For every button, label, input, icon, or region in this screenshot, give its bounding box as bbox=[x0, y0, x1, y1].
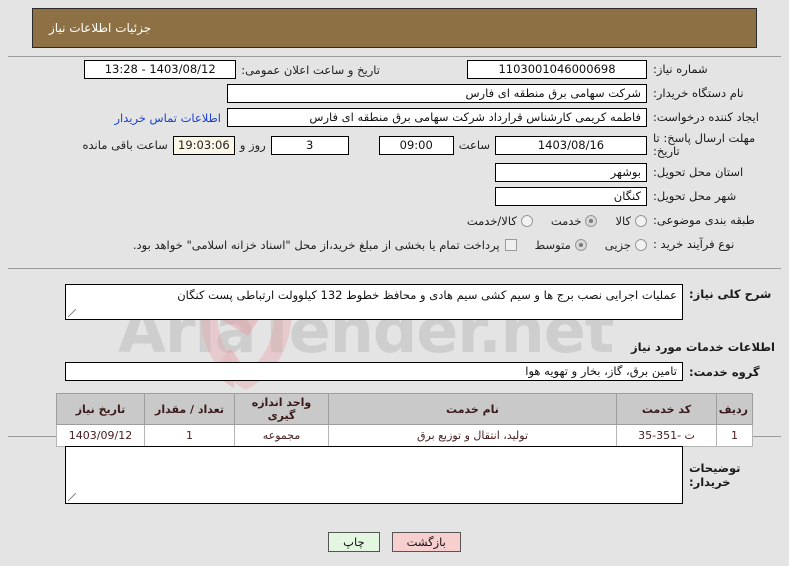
process-option-jozi-label: جزیی bbox=[604, 237, 631, 252]
services-section: اطلاعات خدمات مورد نیاز گروه خدمت: تامین… bbox=[10, 330, 779, 447]
category-option-kala-khedmat[interactable]: کالا/خدمت bbox=[467, 214, 533, 228]
col-quantity: تعداد / مقدار bbox=[144, 393, 235, 425]
category-option-khedmat-label: خدمت bbox=[550, 213, 582, 228]
description-textarea[interactable]: عملیات اجرایی نصب برج ها و سیم کشی سیم ه… bbox=[65, 284, 683, 320]
category-label: طبقه بندی موضوعی: bbox=[653, 213, 755, 228]
cell-code: ت -351-35 bbox=[616, 424, 717, 447]
back-button[interactable]: بازگشت bbox=[391, 532, 461, 552]
deadline-label: مهلت ارسال پاسخ: تا تاریخ: bbox=[653, 130, 756, 158]
category-option-kala[interactable]: کالا bbox=[615, 214, 647, 228]
row-creator: ایجاد کننده درخواست: فاطمه کریمی کارشناس… bbox=[10, 106, 779, 129]
row-category: طبقه بندی موضوعی: کالا خدمت کالا/خدمت bbox=[10, 209, 779, 232]
row-process-type: نوع فرآیند خرید : جزیی متوسط پرداخت تمام… bbox=[10, 233, 779, 256]
row-description: شرح کلی نیاز: عملیات اجرایی نصب برج ها و… bbox=[10, 284, 779, 320]
buyer-contact-link[interactable]: اطلاعات تماس خریدار bbox=[108, 111, 227, 125]
buyer-org-value: شرکت سهامی برق منطقه ای فارس bbox=[227, 84, 647, 103]
treasury-checkbox[interactable] bbox=[504, 238, 517, 251]
cell-quantity: 1 bbox=[144, 424, 235, 447]
radio-icon-motevaset[interactable] bbox=[574, 238, 587, 251]
table-row: 1 ت -351-35 تولید، انتقال و توزیع برق مج… bbox=[56, 424, 753, 447]
announce-label: تاریخ و ساعت اعلان عمومی: bbox=[241, 62, 380, 77]
radio-icon-khedmat[interactable] bbox=[585, 214, 598, 227]
creator-value: فاطمه کریمی کارشناس قرارداد شرکت سهامی ب… bbox=[227, 108, 647, 127]
print-button[interactable]: چاپ bbox=[328, 532, 380, 552]
row-need-number: شماره نیاز: 1103001046000698 تاریخ و ساع… bbox=[10, 58, 779, 81]
services-table-wrap: ردیف کد خدمت نام خدمت واحد اندازه گیری ت… bbox=[10, 393, 779, 447]
radio-icon-kala[interactable] bbox=[635, 214, 647, 227]
divider-middle bbox=[8, 268, 781, 269]
radio-icon-jozi[interactable] bbox=[635, 238, 647, 251]
row-buyer-notes: توضیحات خریدار: bbox=[10, 446, 779, 504]
buyer-org-label: نام دستگاه خریدار: bbox=[653, 86, 744, 101]
service-group-label: گروه خدمت: bbox=[689, 364, 760, 379]
remaining-clock-value: 19:03:06 bbox=[172, 135, 235, 155]
city-value: کنگان bbox=[495, 187, 647, 206]
page-root: AriaTender.net جزئیات اطلاعات نیاز شماره… bbox=[0, 0, 789, 566]
cell-unit: مجموعه bbox=[234, 424, 329, 447]
description-section: شرح کلی نیاز: عملیات اجرایی نصب برج ها و… bbox=[10, 284, 779, 321]
need-number-value: 1103001046000698 bbox=[467, 60, 647, 79]
col-name: نام خدمت bbox=[328, 393, 617, 425]
services-table: ردیف کد خدمت نام خدمت واحد اندازه گیری ت… bbox=[56, 393, 753, 447]
remaining-days-label: روز و bbox=[239, 138, 266, 152]
cell-date: 1403/09/12 bbox=[56, 424, 145, 447]
buyer-notes-textarea[interactable] bbox=[65, 446, 683, 504]
services-heading: اطلاعات خدمات مورد نیاز bbox=[631, 340, 775, 354]
process-option-jozi[interactable]: جزیی bbox=[605, 238, 647, 252]
need-details-form: شماره نیاز: 1103001046000698 تاریخ و ساع… bbox=[10, 58, 779, 257]
cell-index: 1 bbox=[716, 424, 753, 447]
row-deadline: مهلت ارسال پاسخ: تا تاریخ: 1403/08/16 سا… bbox=[10, 130, 779, 160]
category-option-kala-label: کالا bbox=[615, 213, 631, 228]
process-option-motevaset[interactable]: متوسط bbox=[535, 238, 587, 252]
province-label: استان محل تحویل: bbox=[653, 165, 744, 180]
process-label: نوع فرآیند خرید : bbox=[653, 237, 735, 252]
remaining-suffix-label: ساعت باقی مانده bbox=[82, 138, 168, 152]
treasury-text: پرداخت تمام یا بخشی از مبلغ خرید،از محل … bbox=[132, 237, 500, 252]
buyer-notes-label: توضیحات خریدار: bbox=[689, 461, 741, 489]
page-title: جزئیات اطلاعات نیاز bbox=[49, 21, 152, 35]
creator-label: ایجاد کننده درخواست: bbox=[653, 110, 759, 125]
window-title-bar: جزئیات اطلاعات نیاز bbox=[32, 8, 757, 48]
row-province: استان محل تحویل: بوشهر bbox=[10, 161, 779, 184]
province-value: بوشهر bbox=[495, 163, 647, 182]
radio-icon-kala-khedmat[interactable] bbox=[520, 214, 533, 227]
row-buyer-org: نام دستگاه خریدار: شرکت سهامی برق منطقه … bbox=[10, 82, 779, 105]
deadline-date-value: 1403/08/16 bbox=[495, 135, 647, 155]
row-service-group: گروه خدمت: تامین برق، گاز، بخار و تهویه … bbox=[10, 360, 779, 383]
col-date: تاریخ نیاز bbox=[56, 393, 145, 425]
cell-name: تولید، انتقال و توزیع برق bbox=[328, 424, 617, 447]
city-label: شهر محل تحویل: bbox=[653, 189, 737, 204]
service-group-value: تامین برق، گاز، بخار و تهویه هوا bbox=[65, 362, 683, 381]
deadline-time-value: 09:00 bbox=[378, 135, 454, 155]
category-option-kala-khedmat-label: کالا/خدمت bbox=[466, 213, 517, 228]
announce-value: 1403/08/12 - 13:28 bbox=[84, 60, 237, 79]
table-header-row: ردیف کد خدمت نام خدمت واحد اندازه گیری ت… bbox=[56, 393, 753, 425]
buyer-notes-section: توضیحات خریدار: bbox=[10, 446, 779, 505]
col-unit: واحد اندازه گیری bbox=[234, 393, 329, 425]
button-bar: بازگشت چاپ bbox=[0, 532, 789, 552]
row-city: شهر محل تحویل: کنگان bbox=[10, 185, 779, 208]
divider-top bbox=[8, 56, 781, 57]
deadline-time-label: ساعت bbox=[458, 138, 490, 152]
remaining-days-value: 3 bbox=[270, 135, 349, 155]
category-option-khedmat[interactable]: خدمت bbox=[551, 214, 598, 228]
process-option-motevaset-label: متوسط bbox=[534, 237, 571, 252]
need-number-label: شماره نیاز: bbox=[653, 62, 708, 77]
col-index: ردیف bbox=[716, 393, 753, 425]
col-code: کد خدمت bbox=[616, 393, 717, 425]
description-label: شرح کلی نیاز: bbox=[689, 287, 772, 301]
